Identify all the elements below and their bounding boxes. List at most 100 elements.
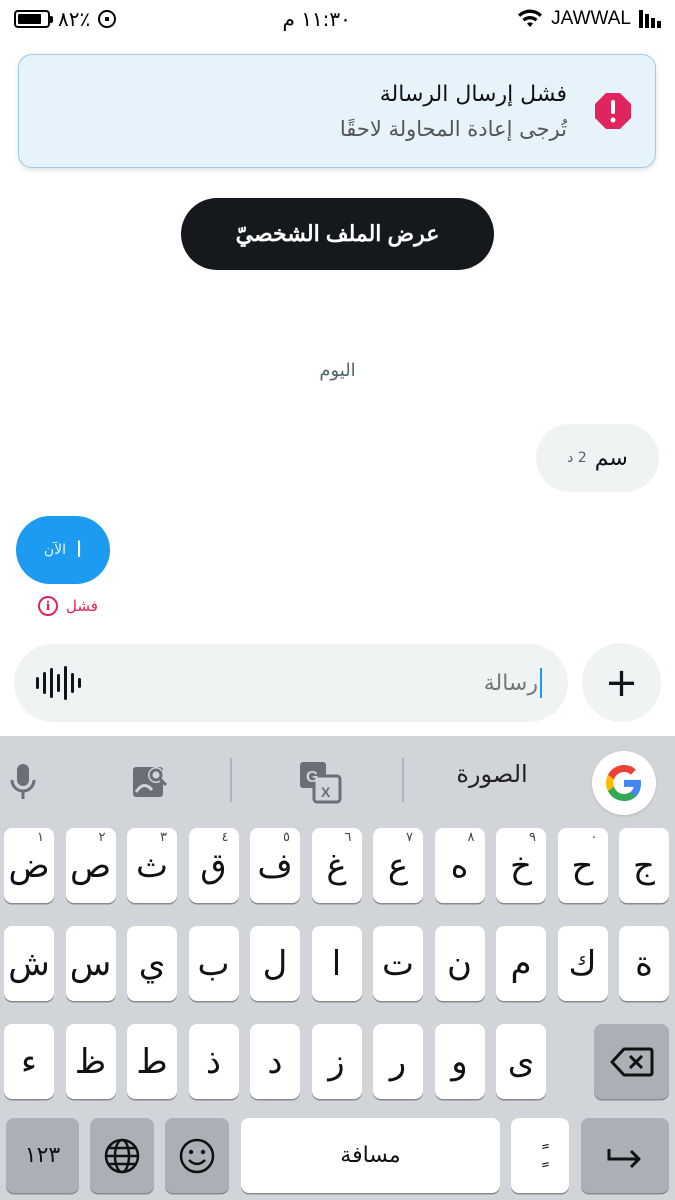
key-label: ز bbox=[328, 1041, 345, 1082]
key-row3-5[interactable]: د bbox=[250, 1024, 300, 1099]
key-label: ق bbox=[200, 845, 227, 886]
key-4[interactable]: ه٨ bbox=[434, 828, 485, 903]
key-3[interactable]: خ٩ bbox=[496, 828, 546, 903]
key-row3-3[interactable]: ر bbox=[373, 1024, 423, 1099]
word-suggestion[interactable]: الصورة bbox=[412, 760, 572, 788]
key-label: ١٢٣ bbox=[24, 1143, 61, 1168]
incoming-message-text: سم bbox=[594, 445, 628, 471]
key-row3-4[interactable]: ز bbox=[311, 1024, 362, 1099]
key-hint: ٣ bbox=[160, 830, 167, 845]
key-hint: ٤ bbox=[221, 830, 229, 845]
microphone-icon[interactable] bbox=[8, 762, 38, 802]
key-hint: ٠ bbox=[590, 830, 598, 845]
key-5[interactable]: ع٧ bbox=[373, 828, 423, 903]
key-label: س bbox=[69, 943, 112, 984]
key-label: ه bbox=[450, 845, 469, 886]
key-row3-1[interactable]: ى bbox=[496, 1024, 546, 1099]
carrier-name: JAWWAL bbox=[551, 8, 631, 29]
return-icon bbox=[607, 1148, 641, 1168]
outgoing-message-text: ا bbox=[76, 537, 83, 563]
key-label: د bbox=[267, 1041, 283, 1082]
google-icon[interactable] bbox=[592, 751, 656, 815]
key-label: ت bbox=[381, 943, 414, 984]
key-2[interactable]: ح٠ bbox=[557, 828, 608, 903]
toolbar-divider bbox=[230, 758, 232, 802]
signal-icon bbox=[638, 10, 661, 28]
key-8[interactable]: ق٤ bbox=[188, 828, 239, 903]
key-label: ع bbox=[387, 845, 409, 886]
message-composer bbox=[14, 644, 568, 722]
wifi-icon bbox=[518, 9, 543, 27]
key-1[interactable]: ج bbox=[619, 828, 669, 903]
emoji-key[interactable] bbox=[165, 1118, 229, 1193]
key-row3-7[interactable]: ط bbox=[127, 1024, 177, 1099]
notification-title: فشل إرسال الرسالة bbox=[379, 81, 567, 107]
key-row2-4[interactable]: ن bbox=[434, 926, 485, 1001]
key-label: ص bbox=[69, 845, 112, 886]
key-row2-6[interactable]: ا bbox=[311, 926, 362, 1001]
key-row2-1[interactable]: ة bbox=[619, 926, 669, 1001]
key-row3-2[interactable]: و bbox=[434, 1024, 485, 1099]
globe-icon bbox=[104, 1138, 140, 1173]
key-label: ي bbox=[138, 943, 166, 984]
key-row2-8[interactable]: ب bbox=[188, 926, 239, 1001]
status-left: ٨٢٪ bbox=[14, 7, 117, 31]
date-separator: اليوم bbox=[319, 360, 356, 381]
view-profile-button[interactable]: عرض الملف الشخصيّ bbox=[181, 198, 494, 270]
screen: ٨٢٪ ١١:٣٠ م JAWWAL فشل إرسال الرسالة تُر… bbox=[0, 0, 675, 1200]
key-11[interactable]: ض١ bbox=[4, 828, 54, 903]
status-time: ١١:٣٠ م bbox=[282, 7, 351, 31]
key-label: و bbox=[451, 1041, 468, 1082]
space-key[interactable]: مسافة bbox=[241, 1118, 500, 1193]
status-bar: ٨٢٪ ١١:٣٠ م JAWWAL bbox=[0, 0, 675, 38]
key-hint: ١ bbox=[37, 830, 44, 845]
key-row3-6[interactable]: ذ bbox=[188, 1024, 239, 1099]
key-7[interactable]: ف٥ bbox=[250, 828, 300, 903]
keyboard-toolbar: G X الصورة bbox=[0, 736, 675, 828]
backspace-key[interactable] bbox=[594, 1024, 669, 1099]
key-row3-8[interactable]: ظ bbox=[65, 1024, 116, 1099]
incoming-message-time: 2 د bbox=[567, 450, 587, 466]
return-key[interactable] bbox=[581, 1118, 669, 1193]
message-input[interactable] bbox=[158, 670, 538, 696]
numbers-key[interactable]: ١٢٣ bbox=[6, 1118, 79, 1193]
key-6[interactable]: غ٦ bbox=[311, 828, 362, 903]
key-row2-3[interactable]: م bbox=[496, 926, 546, 1001]
key-label: ج bbox=[633, 845, 655, 886]
key-label: ا bbox=[331, 943, 342, 984]
add-attachment-button[interactable]: + bbox=[582, 643, 661, 722]
battery-icon bbox=[14, 10, 53, 28]
outgoing-message-time: الآن bbox=[43, 542, 67, 558]
diacritics-key[interactable]: ًٍ bbox=[511, 1118, 569, 1193]
key-hint: ٥ bbox=[283, 830, 290, 845]
message-failed-status[interactable]: i فشل bbox=[38, 596, 98, 616]
key-row2-9[interactable]: ي bbox=[127, 926, 177, 1001]
key-hint: ٢ bbox=[98, 830, 106, 845]
translate-icon[interactable]: G X bbox=[298, 760, 342, 804]
key-9[interactable]: ث٣ bbox=[127, 828, 177, 903]
alert-icon bbox=[595, 93, 631, 129]
key-label: ش bbox=[8, 943, 50, 984]
outgoing-message[interactable]: ا الآن bbox=[16, 516, 110, 584]
error-notification[interactable]: فشل إرسال الرسالة تُرجى إعادة المحاولة ل… bbox=[18, 54, 656, 168]
key-label: ك bbox=[568, 943, 597, 984]
key-label: غ bbox=[326, 845, 347, 886]
rotation-lock-icon bbox=[98, 10, 117, 28]
key-label: ى bbox=[507, 1041, 535, 1082]
key-row2-7[interactable]: ل bbox=[250, 926, 300, 1001]
key-row2-10[interactable]: س bbox=[65, 926, 116, 1001]
key-label: ظ bbox=[74, 1041, 107, 1082]
failed-label: فشل bbox=[66, 597, 98, 615]
key-label: ض bbox=[8, 845, 50, 886]
voice-message-icon[interactable] bbox=[36, 666, 81, 700]
incoming-message[interactable]: سم 2 د bbox=[536, 424, 659, 492]
key-label: ب bbox=[197, 943, 230, 984]
key-10[interactable]: ص٢ bbox=[65, 828, 116, 903]
key-row2-2[interactable]: ك bbox=[557, 926, 608, 1001]
key-row2-11[interactable]: ش bbox=[4, 926, 54, 1001]
key-row3-9[interactable]: ء bbox=[4, 1024, 54, 1099]
keyboard: G X الصورة جح٠خ٩ه٨ع٧غ٦ف٥ق٤ث٣ص٢ض١ةكمنتالب… bbox=[0, 736, 675, 1200]
key-row2-5[interactable]: ت bbox=[373, 926, 423, 1001]
globe-key[interactable] bbox=[90, 1118, 154, 1193]
image-search-icon[interactable] bbox=[130, 762, 170, 802]
